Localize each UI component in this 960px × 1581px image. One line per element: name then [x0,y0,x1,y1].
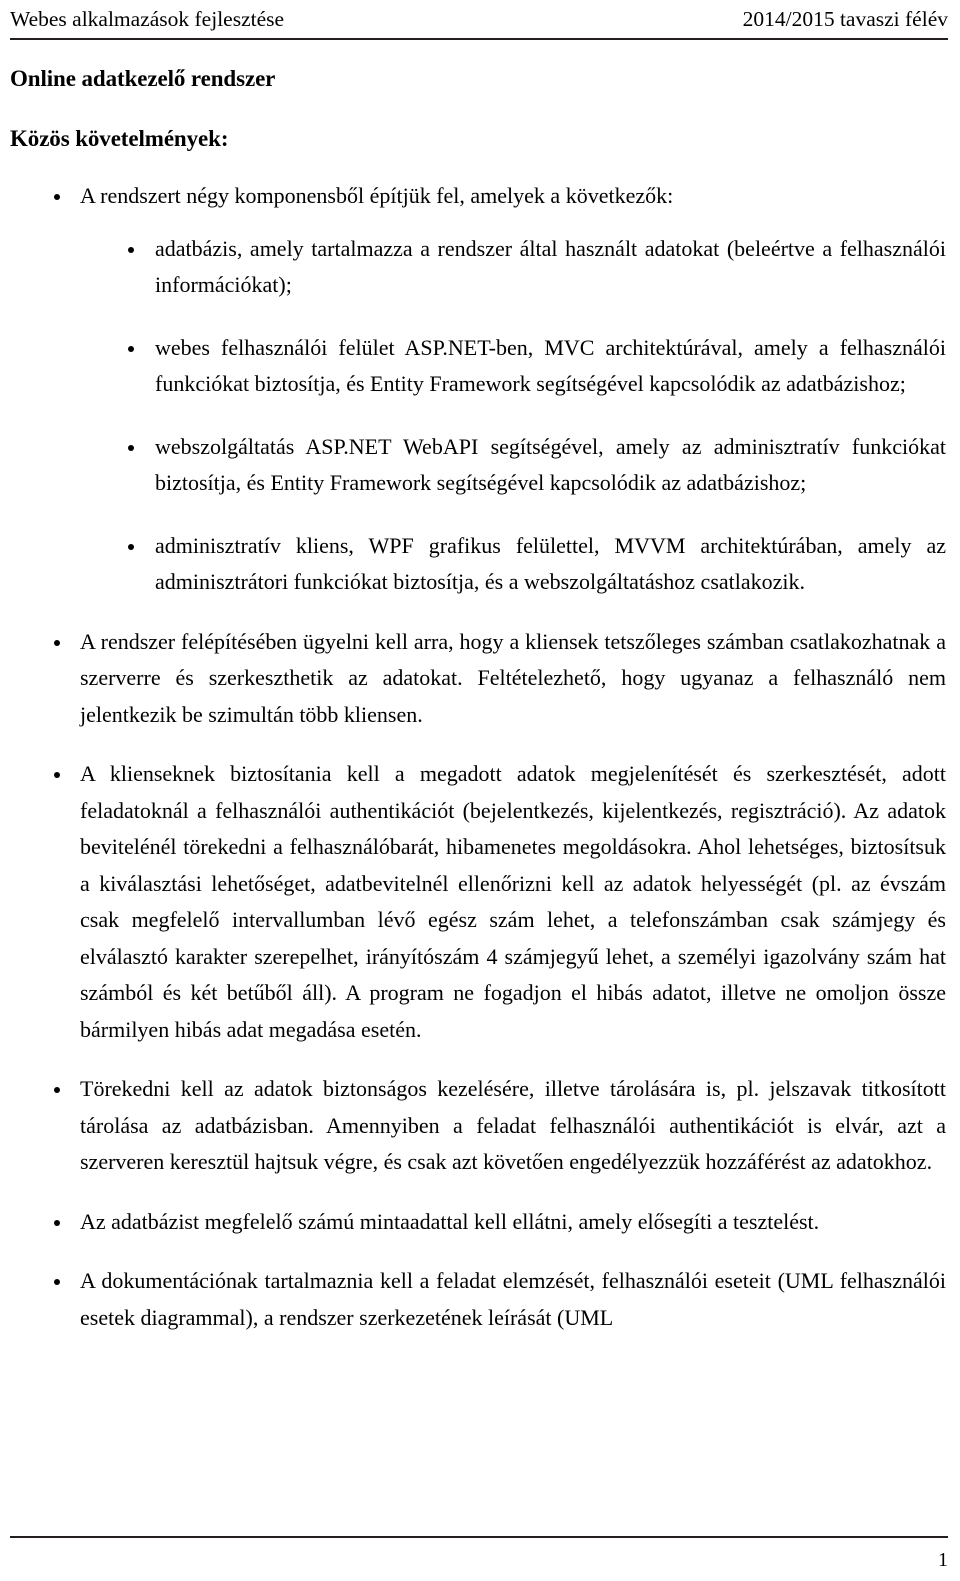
list-item: A dokumentációnak tartalmaznia kell a fe… [10,1263,946,1336]
header-divider [10,38,948,40]
requirement-security: Törekedni kell az adatok biztonságos kez… [80,1076,946,1174]
list-item: A rendszer felépítésében ügyelni kell ar… [10,624,946,734]
requirement-architecture: A rendszer felépítésében ügyelni kell ar… [80,628,946,727]
list-item: A rendszert négy komponensből építjük fe… [10,178,946,601]
requirement-client-features: A klienseknek biztosítania kell a megado… [80,761,946,1042]
footer-divider [10,1536,948,1538]
component-web-service: webszolgáltatás ASP.NET WebAPI segítségé… [155,433,946,496]
list-item: adminisztratív kliens, WPF grafikus felü… [80,528,946,601]
running-footer: 1 [10,1547,948,1573]
header-course-title: Webes alkalmazások fejlesztése [10,7,285,31]
intro-bullet-text: A rendszert négy komponensből építjük fe… [80,183,674,208]
list-item: adatbázis, amely tartalmazza a rendszer … [80,231,946,304]
requirement-sample-data: Az adatbázist megfelelő számú mintaadatt… [80,1208,820,1234]
document-content: Online adatkezelő rendszer Közös követel… [10,64,946,1359]
components-list: adatbázis, amely tartalmazza a rendszer … [80,231,946,601]
running-header: Webes alkalmazások fejlesztése 2014/2015… [10,6,948,40]
requirement-documentation: A dokumentációnak tartalmaznia kell a fe… [80,1268,946,1330]
list-item: webszolgáltatás ASP.NET WebAPI segítségé… [80,429,946,502]
component-database: adatbázis, amely tartalmazza a rendszer … [155,235,946,298]
component-web-ui: webes felhasználói felület ASP.NET-ben, … [155,334,946,397]
component-admin-client: adminisztratív kliens, WPF grafikus felü… [155,532,946,595]
section-heading-common-requirements: Közös követelmények: [10,126,229,151]
list-item: Törekedni kell az adatok biztonságos kez… [10,1071,946,1181]
list-item: webes felhasználói felület ASP.NET-ben, … [80,330,946,403]
page-title: Online adatkezelő rendszer [10,66,276,91]
list-item: A klienseknek biztosítania kell a megado… [10,756,946,1048]
document-page: Webes alkalmazások fejlesztése 2014/2015… [0,0,960,1581]
list-item: Az adatbázist megfelelő számú mintaadatt… [10,1204,946,1241]
header-semester: 2014/2015 tavaszi félév [742,7,948,31]
requirements-list: A rendszert négy komponensből építjük fe… [10,178,946,1336]
page-number: 1 [938,1549,948,1571]
